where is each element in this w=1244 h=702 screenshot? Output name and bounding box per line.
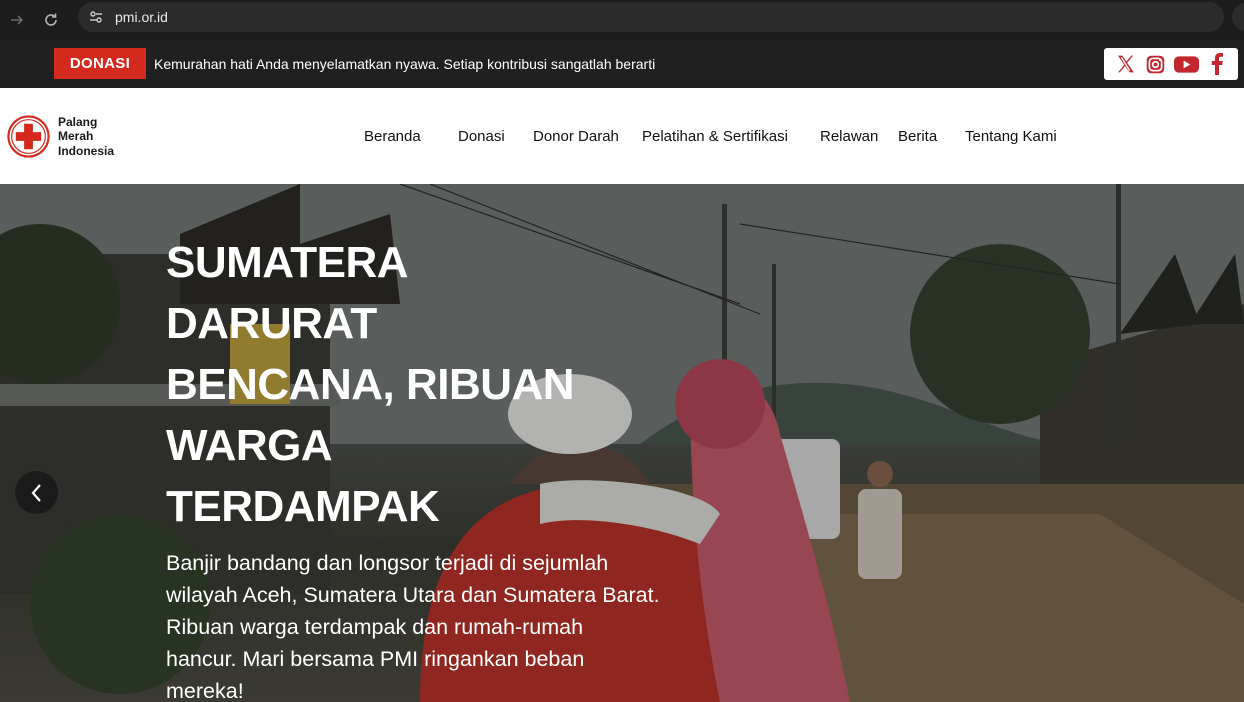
x-icon[interactable] — [1112, 51, 1138, 77]
social-links — [1104, 48, 1238, 80]
donation-tagline: Kemurahan hati Anda menyelamatkan nyawa.… — [154, 56, 656, 72]
pmi-logo[interactable]: Palang Merah Indonesia — [6, 114, 114, 159]
nav-item-donor-darah[interactable]: Donor Darah — [533, 128, 619, 145]
arrow-forward-icon[interactable] — [2, 5, 32, 35]
nav-item-tentang-kami[interactable]: Tentang Kami — [965, 128, 1057, 145]
hero-description: Banjir bandang dan longsor terjadi di se… — [166, 551, 660, 702]
nav-item-pelatihan-sertifikasi[interactable]: Pelatihan & Sertifikasi — [642, 128, 788, 145]
reload-icon[interactable] — [36, 5, 66, 35]
site-settings-icon[interactable] — [85, 6, 107, 28]
slider-prev-button[interactable] — [15, 471, 58, 514]
hero-title: SUMATERA DARURAT BENCANA, RIBUAN WARGA T… — [166, 238, 575, 531]
site-header: Palang Merah Indonesia Beranda Donasi Do… — [0, 88, 1244, 184]
address-bar[interactable]: pmi.or.id — [78, 2, 1224, 32]
donate-button[interactable]: DONASI — [54, 48, 146, 79]
url-text[interactable]: pmi.or.id — [115, 9, 168, 25]
nav-item-berita[interactable]: Berita — [898, 128, 937, 145]
logo-wordmark: Palang Merah Indonesia — [58, 114, 115, 158]
red-cross-logo-icon — [7, 115, 50, 158]
instagram-icon[interactable] — [1143, 51, 1169, 77]
chevron-left-icon — [31, 483, 41, 502]
hero-slider: SUMATERA DARURAT BENCANA, RIBUAN WARGA T… — [0, 184, 1244, 702]
profile-button[interactable] — [1232, 3, 1244, 31]
facebook-icon[interactable] — [1204, 51, 1230, 77]
nav-item-beranda[interactable]: Beranda — [364, 128, 421, 145]
browser-toolbar: pmi.or.id — [0, 0, 1244, 40]
youtube-icon[interactable] — [1173, 51, 1199, 77]
announcement-bar: DONASI Kemurahan hati Anda menyelamatkan… — [0, 40, 1244, 88]
nav-item-donasi[interactable]: Donasi — [458, 128, 505, 145]
nav-item-relawan[interactable]: Relawan — [820, 128, 878, 145]
